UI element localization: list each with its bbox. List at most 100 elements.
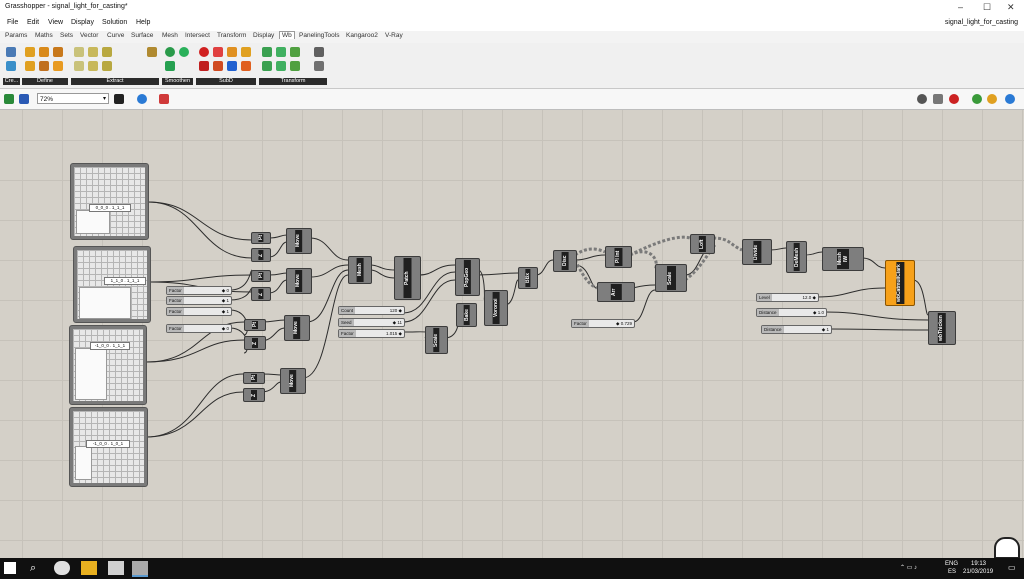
windows-start-icon[interactable]: [4, 562, 16, 574]
menu-edit[interactable]: Edit: [27, 19, 39, 26]
menu-view[interactable]: View: [48, 19, 63, 26]
document-settings-icon[interactable]: [1005, 94, 1015, 104]
rhino-icon[interactable]: [132, 561, 148, 577]
component-z[interactable]: Z: [244, 336, 266, 350]
tab-intersect[interactable]: Intersect: [185, 32, 210, 39]
grid-icon[interactable]: [114, 94, 124, 104]
menu-solution[interactable]: Solution: [102, 19, 127, 26]
define-cube-icon[interactable]: [25, 47, 35, 57]
tab-vector[interactable]: Vector: [80, 32, 98, 39]
language-indicator[interactable]: ENG: [945, 561, 958, 567]
menu-display[interactable]: Display: [71, 19, 94, 26]
text-panel[interactable]: -1_0_0 . 1_1_1: [69, 325, 147, 405]
preview-mesh-icon[interactable]: [972, 94, 982, 104]
subd-tri-icon[interactable]: [213, 61, 223, 71]
text-panel[interactable]: 1_1_0 . 1_1_1: [73, 246, 151, 323]
search-icon[interactable]: ⌕: [30, 562, 36, 575]
component-disc[interactable]: Disc: [553, 250, 577, 272]
minimize-icon[interactable]: –: [958, 2, 963, 12]
tab-mesh[interactable]: Mesh: [162, 32, 178, 39]
transform-f-icon[interactable]: [276, 61, 286, 71]
component-move[interactable]: Move: [284, 315, 310, 341]
extract-point-icon[interactable]: [102, 61, 112, 71]
extract-mesh-icon[interactable]: [74, 61, 84, 71]
extract-edges-icon[interactable]: [88, 47, 98, 57]
component-pt[interactable]: Pt: [251, 232, 271, 244]
define-octa-icon[interactable]: [39, 61, 49, 71]
number-slider[interactable]: Factor ◆ 1: [166, 296, 232, 305]
component-popgeo[interactable]: PopGeo: [455, 258, 480, 296]
number-slider[interactable]: Factor ◆ 1: [166, 307, 232, 316]
component-bake[interactable]: Bake: [456, 303, 477, 327]
save-file-icon[interactable]: [19, 94, 29, 104]
component-scale[interactable]: Scale: [655, 264, 687, 292]
mail-icon[interactable]: [108, 561, 124, 575]
tab-display[interactable]: Display: [253, 32, 274, 39]
tab-kangaroo2[interactable]: Kangaroo2: [346, 32, 378, 39]
tab-surface[interactable]: Surface: [131, 32, 153, 39]
tab-vray[interactable]: V-Ray: [385, 32, 403, 39]
clock-time[interactable]: 19:13: [971, 561, 986, 567]
tray-icons[interactable]: ⌃ ▭ ♪: [900, 564, 917, 571]
preview-wire-icon[interactable]: [933, 94, 943, 104]
component-pl-int[interactable]: Pl Int: [605, 246, 632, 268]
tab-transform[interactable]: Transform: [217, 32, 246, 39]
number-slider[interactable]: Distance ◆ 1: [761, 325, 832, 334]
transform-b-icon[interactable]: [276, 47, 286, 57]
eye-icon[interactable]: [137, 94, 147, 104]
number-slider[interactable]: Factor ◆ 0: [166, 286, 232, 295]
component-wbthicken[interactable]: wbThicken: [928, 311, 956, 345]
component-mesh-iw[interactable]: Mesh IW: [822, 247, 864, 271]
extract-faces-icon[interactable]: [74, 47, 84, 57]
define-box-icon[interactable]: [39, 47, 49, 57]
number-slider[interactable]: Seed ◆ 11: [338, 318, 405, 327]
component-loft[interactable]: Loft: [690, 234, 715, 254]
maximize-icon[interactable]: ☐: [983, 2, 991, 13]
subd-loop-icon[interactable]: [199, 47, 209, 57]
tab-wb[interactable]: Wb: [279, 31, 295, 39]
subd-sqrt3-icon[interactable]: [241, 47, 251, 57]
tab-panelingtools[interactable]: PanelingTools: [299, 32, 339, 39]
preview-shaded-icon[interactable]: [949, 94, 959, 104]
close-icon[interactable]: ✕: [1007, 2, 1015, 13]
subd-doo-icon[interactable]: [227, 47, 237, 57]
transform-c-icon[interactable]: [290, 47, 300, 57]
component-voronoi[interactable]: Voronoi: [484, 290, 508, 326]
component-wbcatmullclark[interactable]: wbCatmullClark: [885, 260, 915, 306]
transform-g-icon[interactable]: [290, 61, 300, 71]
number-slider[interactable]: Count 120 ◆: [338, 306, 405, 315]
subd-mid-icon[interactable]: [199, 61, 209, 71]
file-explorer-icon[interactable]: [81, 561, 97, 575]
preview-off-icon[interactable]: [917, 94, 927, 104]
tab-sets[interactable]: Sets: [60, 32, 73, 39]
number-slider[interactable]: Factor ◆ 0: [166, 324, 232, 333]
subd-quad-icon[interactable]: [227, 61, 237, 71]
component-arr[interactable]: Arr: [597, 282, 635, 302]
component-z[interactable]: Z: [251, 248, 271, 262]
extract-vertices-icon[interactable]: [102, 47, 112, 57]
transform-e-icon[interactable]: [262, 61, 272, 71]
transform-h-icon[interactable]: [314, 61, 324, 71]
define-tetra-icon[interactable]: [53, 61, 63, 71]
sketch-icon[interactable]: [159, 94, 169, 104]
component-pt[interactable]: Pt: [243, 372, 265, 384]
number-slider[interactable]: Level 12.0 ◆: [756, 293, 819, 302]
open-file-icon[interactable]: [4, 94, 14, 104]
define-dodeca-icon[interactable]: [53, 47, 63, 57]
component-move[interactable]: Move: [280, 368, 306, 394]
component-move[interactable]: Move: [286, 228, 312, 254]
tab-maths[interactable]: Maths: [35, 32, 53, 39]
component-patch[interactable]: Patch: [394, 256, 421, 300]
chrome-icon[interactable]: [54, 561, 70, 575]
component-mesh[interactable]: Mesh: [348, 256, 372, 284]
transform-a-icon[interactable]: [262, 47, 272, 57]
component-pt[interactable]: Pt: [244, 319, 266, 331]
component-scale[interactable]: Scale: [425, 326, 448, 354]
component-pt[interactable]: Pt: [251, 270, 271, 282]
menu-help[interactable]: Help: [136, 19, 150, 26]
create-polygon-icon[interactable]: [6, 61, 16, 71]
component-z[interactable]: Z: [251, 287, 271, 301]
zoom-dropdown[interactable]: 72% ▾: [37, 93, 109, 104]
tab-params[interactable]: Params: [5, 32, 27, 39]
number-slider[interactable]: Distance ◆ 1.0: [756, 308, 827, 317]
